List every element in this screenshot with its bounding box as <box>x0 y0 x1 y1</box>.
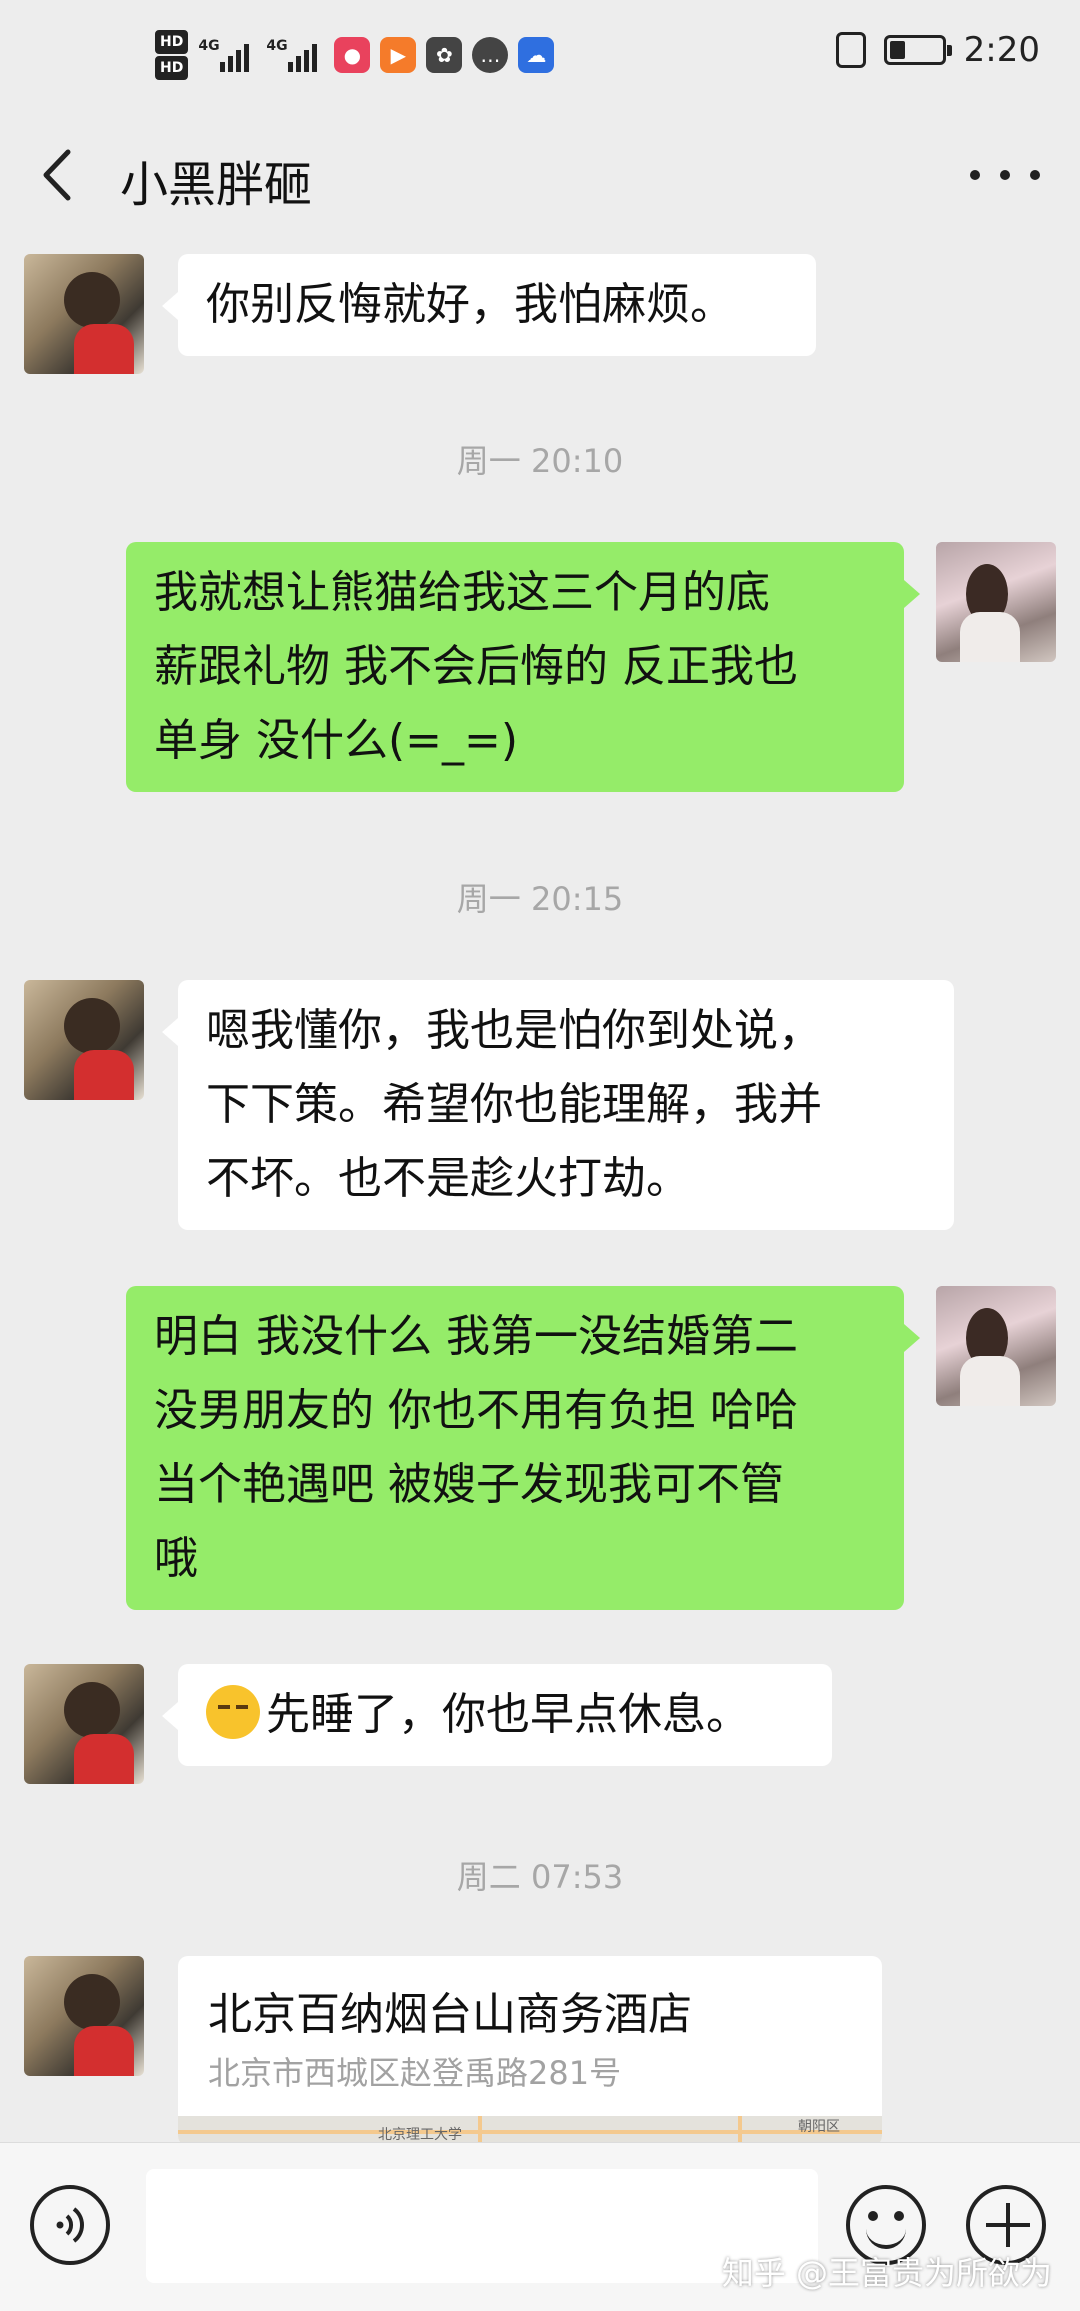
hd2-badge: HD <box>155 56 189 80</box>
self-avatar[interactable] <box>936 1286 1056 1406</box>
message-bubble-received[interactable]: 嗯我懂你，我也是怕你到处说， 下下策。希望你也能理解，我并 不坏。也不是趁火打劫… <box>162 980 954 1230</box>
message-input[interactable] <box>146 2169 818 2283</box>
self-avatar[interactable] <box>936 542 1056 662</box>
map-label: 朝阳区 <box>798 2119 840 2135</box>
status-time: 2:20 <box>963 30 1040 70</box>
message-text-line: 嗯我懂你，我也是怕你到处说， <box>206 1005 822 1056</box>
huawei-app-icon: ✿ <box>426 37 463 73</box>
message-bubble-sent[interactable]: 明白 我没什么 我第一没结婚第二 没男朋友的 你也不用有负担 哈哈 当个艳遇吧 … <box>126 1286 920 1610</box>
hd1-badge: HD <box>155 30 189 54</box>
location-name: 北京百纳烟台山商务酒店 <box>208 1989 692 2040</box>
message-text-line: 下下策。希望你也能理解，我并 <box>206 1079 822 1130</box>
message-bubble-sent[interactable]: 我就想让熊猫给我这三个月的底 薪跟礼物 我不会后悔的 反正我也 单身 没什么(=… <box>126 542 920 792</box>
hd-indicators: HD HD <box>155 28 189 82</box>
message-text-line: 我就想让熊猫给我这三个月的底 <box>154 567 770 618</box>
message-bubble-received[interactable]: 你别反悔就好，我怕麻烦。 <box>162 254 816 356</box>
message-text-line: 明白 我没什么 我第一没结婚第二 <box>154 1311 798 1362</box>
chat-title: 小黑胖砸 <box>120 157 313 213</box>
smirk-emoji-icon <box>206 1685 260 1739</box>
video-app-icon: ▶ <box>380 37 417 73</box>
location-address: 北京市西城区赵登禹路281号 <box>208 2054 622 2092</box>
message-app-icon: … <box>472 37 509 73</box>
contact-avatar[interactable] <box>24 1664 144 1784</box>
timestamp: 周一 20:15 <box>456 880 624 918</box>
vibrate-icon <box>835 32 866 68</box>
zhihu-watermark: 知乎 @王富贵为所欲为 <box>721 2254 1052 2292</box>
status-bar: HD HD 4G 4G ● ▶ ✿ … ☁ 2:20 <box>0 0 1080 120</box>
voice-input-icon[interactable] <box>30 2185 110 2265</box>
message-text-line: 不坏。也不是趁火打劫。 <box>206 1153 690 1204</box>
chat-header: 小黑胖砸 <box>0 120 1080 230</box>
message-text-line: 薪跟礼物 我不会后悔的 反正我也 <box>154 641 798 692</box>
sim2-signal-icon: 4G <box>266 30 324 80</box>
message-text-line: 当个艳遇吧 被嫂子发现我可不管 <box>154 1459 784 1510</box>
message-text-line: 没男朋友的 你也不用有负担 哈哈 <box>154 1385 798 1436</box>
more-options-icon[interactable] <box>970 148 1040 202</box>
message-bubble-received[interactable]: 先睡了，你也早点休息。 <box>162 1664 832 1766</box>
map-label: 北京理工大学 <box>378 2127 462 2143</box>
status-right: 2:20 <box>835 30 1040 70</box>
timestamp: 周二 07:53 <box>456 1858 624 1896</box>
message-text-line: 单身 没什么(=_=) <box>154 715 519 766</box>
battery-icon <box>883 35 952 65</box>
sim1-signal-icon: 4G <box>198 30 256 80</box>
back-arrow-icon[interactable] <box>38 146 78 204</box>
timestamp: 周一 20:10 <box>456 442 624 480</box>
status-left: HD HD 4G 4G ● ▶ ✿ … ☁ <box>155 28 555 82</box>
message-text: 先睡了，你也早点休息。 <box>266 1689 750 1740</box>
message-text: 你别反悔就好，我怕麻烦。 <box>206 279 734 330</box>
music-app-icon: ● <box>334 37 371 73</box>
location-message-card[interactable]: 北京百纳烟台山商务酒店 北京市西城区赵登禹路281号 北京理工大学 朝阳区 <box>178 1956 882 2146</box>
contact-avatar[interactable] <box>24 1956 144 2076</box>
baidu-app-icon: ☁ <box>518 37 555 73</box>
message-text-line: 哦 <box>154 1533 198 1584</box>
contact-avatar[interactable] <box>24 254 144 374</box>
contact-avatar[interactable] <box>24 980 144 1100</box>
